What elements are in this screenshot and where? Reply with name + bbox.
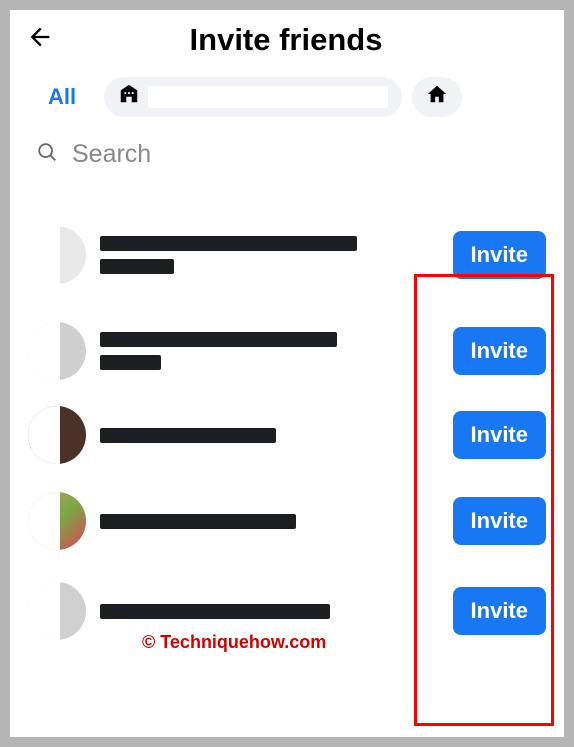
- avatar: [28, 492, 86, 550]
- friend-name: [86, 601, 453, 622]
- avatar: [28, 582, 86, 640]
- avatar: [28, 406, 86, 464]
- invite-button[interactable]: Invite: [453, 327, 546, 375]
- friend-name: [86, 233, 453, 277]
- list-item: Invite: [10, 303, 564, 399]
- avatar: [28, 322, 86, 380]
- search-row: [10, 130, 564, 187]
- friend-list: Invite Invite Invite Invite: [10, 187, 564, 651]
- invite-button[interactable]: Invite: [453, 497, 546, 545]
- invite-button[interactable]: Invite: [453, 231, 546, 279]
- page-title: Invite friends: [24, 22, 548, 58]
- avatar: [28, 226, 86, 284]
- list-item: Invite: [10, 471, 564, 571]
- invite-button[interactable]: Invite: [453, 411, 546, 459]
- list-item: Invite: [10, 207, 564, 303]
- filter-tab-all[interactable]: All: [30, 76, 94, 118]
- home-icon: [426, 83, 448, 111]
- building-icon: [118, 83, 140, 111]
- search-input[interactable]: [72, 140, 538, 169]
- list-item: Invite: [10, 571, 564, 651]
- filter-chip-label: [148, 86, 388, 108]
- search-icon: [36, 141, 58, 168]
- filter-chip-location[interactable]: [104, 77, 402, 117]
- friend-name: [86, 511, 453, 532]
- filter-row: All: [10, 68, 564, 130]
- header: Invite friends: [10, 10, 564, 68]
- list-item: Invite: [10, 399, 564, 471]
- friend-name: [86, 425, 453, 446]
- invite-button[interactable]: Invite: [453, 587, 546, 635]
- app-container: Invite friends All Invite: [10, 10, 564, 737]
- filter-chip-home[interactable]: [412, 77, 462, 117]
- friend-name: [86, 329, 453, 373]
